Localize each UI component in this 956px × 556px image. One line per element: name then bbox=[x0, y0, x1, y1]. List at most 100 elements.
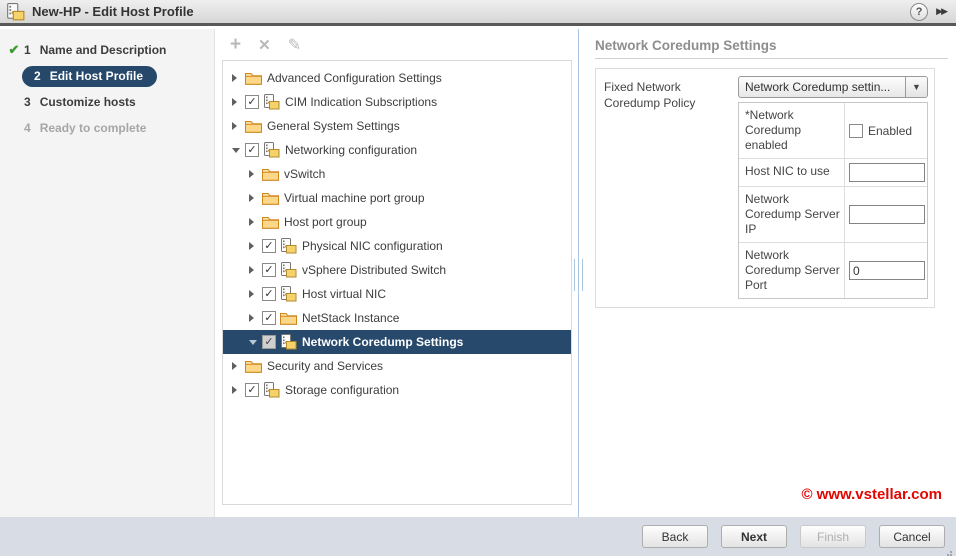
next-button[interactable]: Next bbox=[721, 525, 787, 548]
tree-item-checkbox[interactable]: ✓ bbox=[245, 383, 259, 397]
delete-icon[interactable]: ✕ bbox=[258, 36, 271, 54]
policy-label: Fixed Network Coredump Policy bbox=[604, 76, 738, 299]
tree-item[interactable]: vSwitch bbox=[223, 162, 571, 186]
window-title: New-HP - Edit Host Profile bbox=[32, 4, 194, 19]
wizard-step-4: 4Ready to complete bbox=[0, 115, 214, 141]
tree-item[interactable]: ✓ NetStack Instance bbox=[223, 306, 571, 330]
tree-item[interactable]: General System Settings bbox=[223, 114, 571, 138]
folder-icon bbox=[280, 311, 297, 325]
expand-arrow-icon[interactable] bbox=[249, 194, 262, 202]
policy-dropdown-value: Network Coredump settin... bbox=[739, 80, 905, 94]
step-label: 4Ready to complete bbox=[24, 121, 146, 135]
expand-arrow-icon[interactable] bbox=[249, 290, 262, 298]
tree-item[interactable]: ✓ Host virtual NIC bbox=[223, 282, 571, 306]
tree-item[interactable]: Advanced Configuration Settings bbox=[223, 66, 571, 90]
expand-arrow-icon[interactable] bbox=[249, 218, 262, 226]
tree-item[interactable]: Host port group bbox=[223, 210, 571, 234]
expand-arrow-icon[interactable] bbox=[232, 386, 245, 394]
tree-item-label: Network Coredump Settings bbox=[302, 335, 463, 349]
tree-item-label: Networking configuration bbox=[285, 143, 417, 157]
wizard-step-3[interactable]: 3Customize hosts bbox=[0, 89, 214, 115]
expand-arrow-icon[interactable] bbox=[232, 74, 245, 82]
expand-arrow-icon[interactable] bbox=[232, 362, 245, 370]
expand-arrow-icon[interactable] bbox=[249, 314, 262, 322]
settings-panel-title: Network Coredump Settings bbox=[595, 38, 777, 53]
tree-item-label: Host virtual NIC bbox=[302, 287, 386, 301]
help-icon[interactable]: ? bbox=[910, 3, 928, 21]
host-profile-icon bbox=[263, 382, 280, 398]
title-bar: New-HP - Edit Host Profile ? ▶▶ bbox=[0, 0, 956, 26]
tree-item-label: NetStack Instance bbox=[302, 311, 399, 325]
tree-item-checkbox[interactable]: ✓ bbox=[245, 143, 259, 157]
tree-item-label: CIM Indication Subscriptions bbox=[285, 95, 437, 109]
tree-item[interactable]: ✓ CIM Indication Subscriptions bbox=[223, 90, 571, 114]
tree-item[interactable]: ✓Physical NIC configuration bbox=[223, 234, 571, 258]
network-coredump-server-ip-input[interactable] bbox=[849, 205, 925, 224]
expand-arrow-icon[interactable] bbox=[249, 266, 262, 274]
wizard-step-1[interactable]: ✔1Name and Description bbox=[0, 37, 214, 63]
host-profile-icon bbox=[280, 262, 297, 278]
add-icon[interactable]: + bbox=[230, 36, 241, 54]
expand-arrow-icon[interactable] bbox=[249, 170, 262, 178]
tree-toolbar: + ✕ ✎ bbox=[230, 33, 301, 57]
network-coredump-server-port-label: Network Coredump Server Port bbox=[739, 243, 845, 298]
network-coredump-server-port-input[interactable] bbox=[849, 261, 925, 280]
folder-icon bbox=[262, 191, 279, 205]
collapse-panel-icon[interactable]: ▶▶ bbox=[936, 6, 948, 17]
tree-item-checkbox[interactable]: ✓ bbox=[262, 335, 276, 349]
back-button[interactable]: Back bbox=[642, 525, 708, 548]
wizard-steps: ✔1Name and Description2Edit Host Profile… bbox=[0, 29, 215, 517]
tree-item-label: Storage configuration bbox=[285, 383, 399, 397]
tree-item[interactable]: ✓ Network Coredump Settings bbox=[223, 330, 571, 354]
tree-item-checkbox[interactable]: ✓ bbox=[262, 263, 276, 277]
footer-bar: Back Next Finish Cancel bbox=[0, 517, 956, 556]
edit-host-profile-dialog: New-HP - Edit Host Profile ? ▶▶ ✔1Name a… bbox=[0, 0, 956, 556]
tree-item[interactable]: ✓ vSphere Distributed Switch bbox=[223, 258, 571, 282]
network-coredump-enabled-checkbox[interactable] bbox=[849, 124, 863, 138]
step-label: 3Customize hosts bbox=[24, 95, 136, 109]
expand-arrow-icon[interactable] bbox=[232, 122, 245, 130]
tree-item-checkbox[interactable]: ✓ bbox=[245, 95, 259, 109]
folder-icon bbox=[245, 359, 262, 373]
tree-item-label: Security and Services bbox=[267, 359, 383, 373]
tree-item[interactable]: ✓ Storage configuration bbox=[223, 378, 571, 402]
collapse-arrow-icon[interactable] bbox=[249, 340, 262, 345]
tree-item-label: General System Settings bbox=[267, 119, 400, 133]
tree-item[interactable]: ✓ Networking configuration bbox=[223, 138, 571, 162]
folder-icon bbox=[262, 167, 279, 181]
step-done-check-icon: ✔ bbox=[4, 42, 24, 58]
expand-arrow-icon[interactable] bbox=[232, 98, 245, 106]
host-nic-to-use-label: Host NIC to use bbox=[739, 159, 845, 186]
wizard-step-2[interactable]: 2Edit Host Profile bbox=[0, 63, 214, 89]
host-profile-icon bbox=[280, 286, 297, 302]
splitter-grip-icon[interactable] bbox=[574, 259, 583, 291]
tree-item[interactable]: Security and Services bbox=[223, 354, 571, 378]
panel-splitter[interactable] bbox=[578, 29, 579, 517]
tree-item-label: vSphere Distributed Switch bbox=[302, 263, 446, 277]
folder-icon bbox=[245, 71, 262, 85]
policy-fields-table: *Network Coredump enabledEnabledHost NIC… bbox=[738, 102, 928, 299]
cancel-button[interactable]: Cancel bbox=[879, 525, 945, 548]
field-row: Network Coredump Server Port bbox=[739, 243, 927, 298]
host-profile-icon bbox=[6, 3, 25, 21]
tree-item-checkbox[interactable]: ✓ bbox=[262, 311, 276, 325]
host-nic-to-use-input[interactable] bbox=[849, 163, 925, 182]
field-row: *Network Coredump enabledEnabled bbox=[739, 103, 927, 159]
tree-item-checkbox[interactable]: ✓ bbox=[262, 287, 276, 301]
folder-icon bbox=[245, 119, 262, 133]
chevron-down-icon[interactable]: ▼ bbox=[905, 77, 927, 97]
watermark-text: © www.vstellar.com bbox=[801, 486, 942, 503]
tree-item-checkbox[interactable]: ✓ bbox=[262, 239, 276, 253]
resize-grip-icon[interactable] bbox=[944, 551, 946, 553]
host-profile-tree: Advanced Configuration Settings ✓ CIM Indi… bbox=[222, 60, 572, 505]
collapse-arrow-icon[interactable] bbox=[232, 148, 245, 153]
host-profile-icon bbox=[280, 334, 297, 350]
expand-arrow-icon[interactable] bbox=[249, 242, 262, 250]
finish-button: Finish bbox=[800, 525, 866, 548]
field-row: Network Coredump Server IP bbox=[739, 187, 927, 243]
tree-item[interactable]: Virtual machine port group bbox=[223, 186, 571, 210]
host-profile-icon bbox=[263, 142, 280, 158]
network-coredump-enabled-label: *Network Coredump enabled bbox=[739, 103, 845, 158]
edit-icon[interactable]: ✎ bbox=[288, 35, 301, 55]
policy-dropdown[interactable]: Network Coredump settin... ▼ bbox=[738, 76, 928, 98]
